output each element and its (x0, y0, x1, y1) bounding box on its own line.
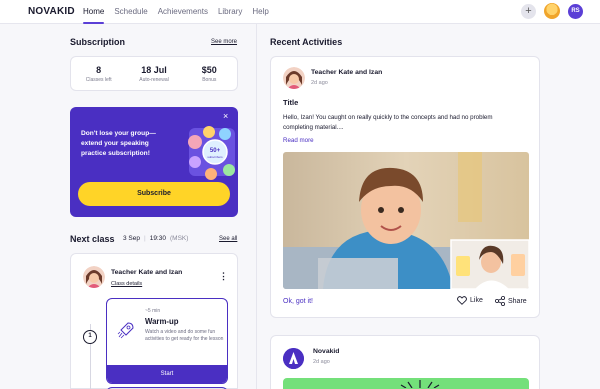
like-button[interactable]: Like (457, 296, 483, 305)
stat-bonus: $50 Bonus (182, 57, 237, 90)
badge-count: 50+ (210, 148, 221, 154)
column-divider (256, 24, 257, 389)
add-button[interactable]: + (521, 4, 536, 19)
novakid-logo[interactable]: NOVAKID (28, 6, 75, 17)
next-class-card: Teacher Kate and Izan Class details ⋮ 1 … (70, 253, 238, 389)
novakid-logo-icon (283, 348, 304, 369)
subscription-card: 8 Classes left 18 Jul Auto-renewal $50 B… (70, 56, 238, 91)
group-avatars-illustration: 50+ subscribers (188, 126, 235, 180)
nav-home[interactable]: Home (83, 0, 105, 24)
post-body: Hello, Izan! You caught on really quickl… (283, 114, 493, 131)
ok-got-it-link[interactable]: Ok, got it! (283, 298, 313, 305)
post-banner (283, 378, 529, 389)
divider: | (144, 235, 146, 242)
activity-post-card-2: Novakid 2d ago (270, 335, 540, 389)
rocket-icon (117, 322, 134, 339)
nav-help[interactable]: Help (252, 0, 268, 24)
stat-classes-left: 8 Classes left (71, 57, 126, 90)
teacher-name: Teacher Kate and Izan (111, 269, 183, 276)
class-time: 19:30 (149, 235, 166, 242)
promo-text: Don't lose your group—extend your speaki… (81, 130, 156, 157)
post-title: Title (283, 98, 299, 107)
see-more-link[interactable]: See more (211, 39, 237, 45)
promo-banner: × Don't lose your group—extend your spea… (70, 107, 238, 217)
next-class-title: Next class (70, 234, 115, 244)
like-label: Like (470, 297, 483, 304)
post-photo[interactable] (283, 152, 529, 289)
stat-value: 18 Jul (141, 65, 167, 75)
share-label: Share (508, 297, 527, 305)
post-author: Teacher Kate and Izan (311, 69, 383, 76)
subscribe-button[interactable]: Subscribe (78, 182, 230, 206)
teacher-avatar (83, 266, 105, 288)
subscription-title: Subscription (70, 37, 126, 47)
more-options-icon[interactable]: ⋮ (219, 271, 228, 282)
user-avatar[interactable]: RS (568, 4, 583, 19)
child-profile-avatar[interactable] (544, 3, 560, 19)
step-number: 1 (83, 330, 97, 344)
class-timezone: (MSK) (169, 235, 189, 242)
recent-activities-title: Recent Activities (270, 37, 343, 47)
stat-label: Auto-renewal (139, 77, 169, 83)
teacher-avatar (283, 67, 305, 89)
activity-duration: ~5 min (145, 308, 161, 314)
start-button[interactable]: Start (107, 365, 227, 383)
main-nav: Home Schedule Achievements Library Help (83, 0, 269, 24)
activity-description: Watch a video and do some fun activities… (145, 329, 224, 343)
post-time: 2d ago (311, 80, 328, 86)
stat-auto-renewal: 18 Jul Auto-renewal (126, 57, 181, 90)
read-more-link[interactable]: Read more (283, 137, 314, 144)
class-details-link[interactable]: Class details (111, 281, 142, 287)
nav-achievements[interactable]: Achievements (158, 0, 208, 24)
class-date: 3 Sep (123, 235, 140, 242)
next-class-meta: 3 Sep | 19:30 (MSK) (123, 235, 188, 242)
share-icon (495, 296, 505, 306)
stat-label: Classes left (85, 77, 112, 83)
heart-icon (457, 296, 467, 305)
share-button[interactable]: Share (495, 296, 527, 306)
close-icon[interactable]: × (223, 111, 228, 121)
post-time: 2d ago (313, 359, 330, 365)
stat-label: Bonus (202, 77, 217, 83)
post-author: Novakid (313, 348, 340, 355)
warmup-activity-card[interactable]: ~5 min Warm-up Watch a video and do some… (106, 298, 228, 384)
stat-value: 8 (96, 65, 102, 75)
nav-library[interactable]: Library (218, 0, 242, 24)
badge-sub: subscribers (207, 155, 223, 159)
top-bar: NOVAKID Home Schedule Achievements Libra… (0, 0, 600, 24)
sparkle-icon (400, 380, 440, 388)
activity-post-card: Teacher Kate and Izan 2d ago Title Hello… (270, 56, 540, 318)
activity-title: Warm-up (145, 317, 179, 326)
nav-schedule[interactable]: Schedule (114, 0, 147, 24)
see-all-link[interactable]: See all (219, 236, 237, 242)
stat-value: $50 (201, 65, 217, 75)
